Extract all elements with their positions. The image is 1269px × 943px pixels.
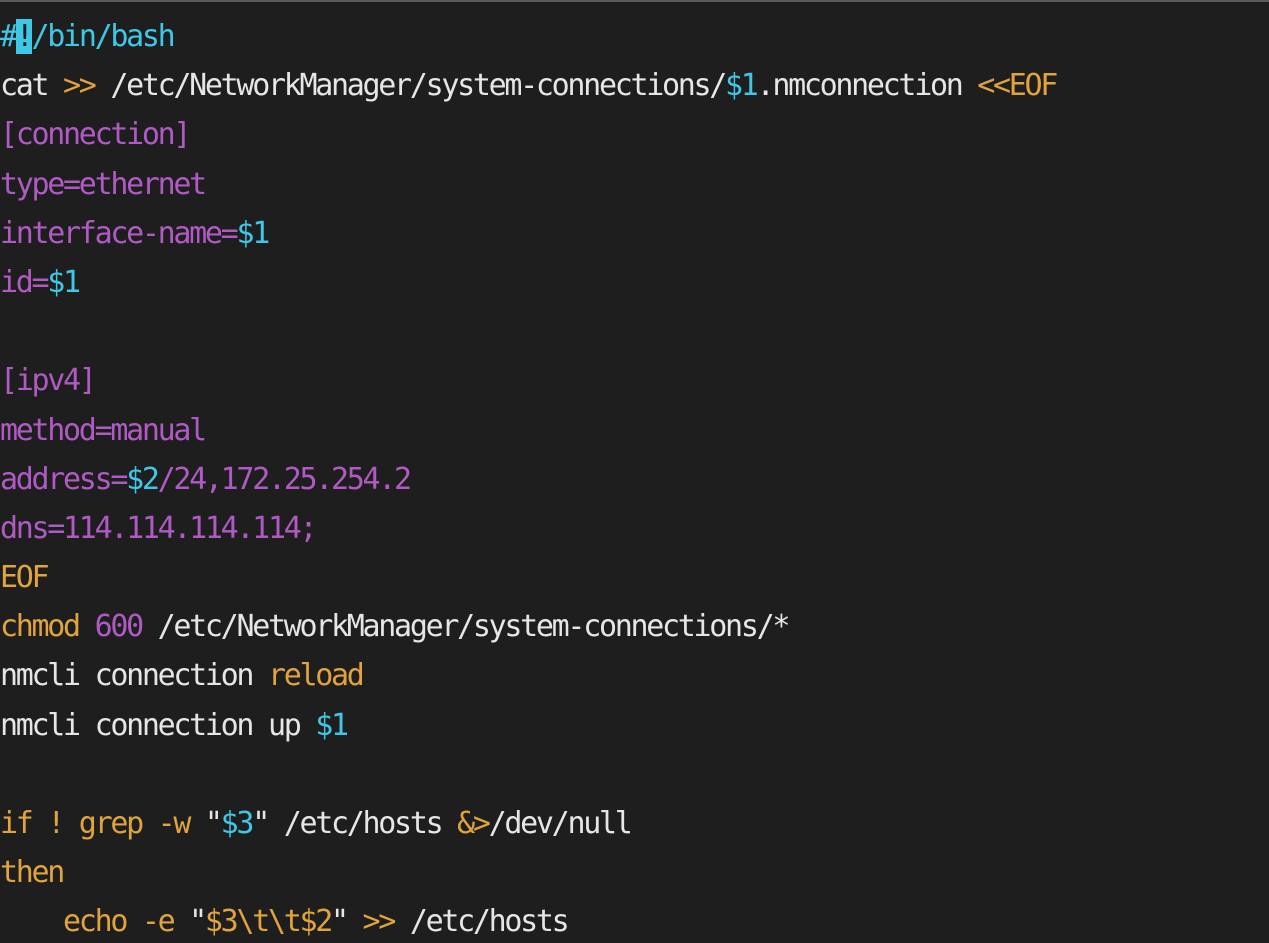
code-token: id= — [0, 264, 50, 300]
code-token: nmcli connection up — [0, 707, 316, 743]
text-cursor: ! — [15, 19, 34, 54]
code-token: /etc/hosts — [267, 806, 458, 841]
code-line: then — [0, 848, 1056, 897]
code-token: [connection] — [0, 117, 191, 153]
code-token: /24,172.25.254.2 — [157, 461, 412, 497]
code-token: $3\t\t$2 — [204, 904, 333, 940]
code-token: if ! grep -w — [0, 806, 205, 841]
code-line: echo -e "$3\t\t$2" >> /etc/hosts — [0, 897, 1056, 943]
code-token: &> — [457, 806, 491, 841]
code-token: $1 — [315, 707, 349, 743]
code-token: # — [0, 19, 18, 54]
code-token: " — [189, 904, 207, 940]
code-token: echo -e — [0, 904, 190, 940]
code-line: [ipv4] — [0, 356, 1056, 405]
code-token: /etc/hosts — [394, 904, 570, 940]
code-line: if ! grep -w "$3" /etc/hosts &>/dev/null — [0, 799, 1056, 848]
code-line: chmod 600 /etc/NetworkManager/system-con… — [0, 602, 1056, 651]
code-token: EOF — [0, 560, 50, 596]
code-line: cat >> /etc/NetworkManager/system-connec… — [0, 61, 1058, 110]
code-token: address= — [0, 461, 128, 497]
code-token: type=ethernet — [0, 166, 207, 202]
code-token: dns=114.114.114.114; — [0, 510, 318, 546]
code-token: $3 — [220, 806, 255, 841]
code-token: cat — [0, 68, 64, 104]
code-token: $1 — [47, 264, 81, 300]
code-token: chmod — [0, 609, 81, 645]
code-token: reload — [267, 658, 365, 694]
code-token: 600 — [94, 609, 145, 645]
code-token: /dev/null — [488, 806, 633, 841]
code-token: nmcli connection — [0, 658, 268, 694]
code-token: >> — [362, 904, 397, 940]
code-line: address=$2/24,172.25.254.2 — [0, 455, 1056, 504]
code-line: EOF — [0, 553, 1056, 602]
code-token: $1 — [725, 68, 759, 104]
code-token: $1 — [236, 215, 270, 251]
code-line: id=$1 — [0, 258, 1056, 307]
code-token: method=manual — [0, 412, 207, 448]
code-token: /etc/NetworkManager/system-connections/ — [94, 68, 727, 104]
code-line: [connection] — [0, 110, 1056, 159]
code-token: " — [252, 806, 270, 841]
code-line: nmcli connection reload — [0, 651, 1056, 700]
code-token: >> — [63, 68, 97, 104]
code-line: type=ethernet — [0, 160, 1056, 209]
code-token: /etc/NetworkManager/system-connections/* — [141, 609, 791, 645]
code-token: interface-name= — [0, 215, 239, 251]
code-token: [ipv4] — [0, 363, 97, 399]
code-token: " — [331, 904, 349, 940]
code-token: /bin/bash — [31, 19, 176, 54]
code-line: method=manual — [0, 406, 1056, 455]
code-token: $2 — [126, 461, 160, 497]
terminal-editor[interactable]: #!/bin/bash cat >> /etc/NetworkManager/sy… — [0, 0, 1269, 943]
code-line: dns=114.114.114.114; — [0, 504, 1056, 553]
code-buffer[interactable]: #!/bin/bash cat >> /etc/NetworkManager/sy… — [0, 12, 1058, 943]
code-line: nmcli connection up $1 — [0, 701, 1056, 750]
code-line: #!/bin/bash — [0, 12, 1056, 61]
code-token: " — [204, 806, 223, 841]
code-line: interface-name=$1 — [0, 209, 1056, 258]
code-token: <<EOF — [977, 68, 1058, 104]
code-token: .nmconnection — [756, 68, 978, 104]
code-token: then — [0, 855, 65, 891]
